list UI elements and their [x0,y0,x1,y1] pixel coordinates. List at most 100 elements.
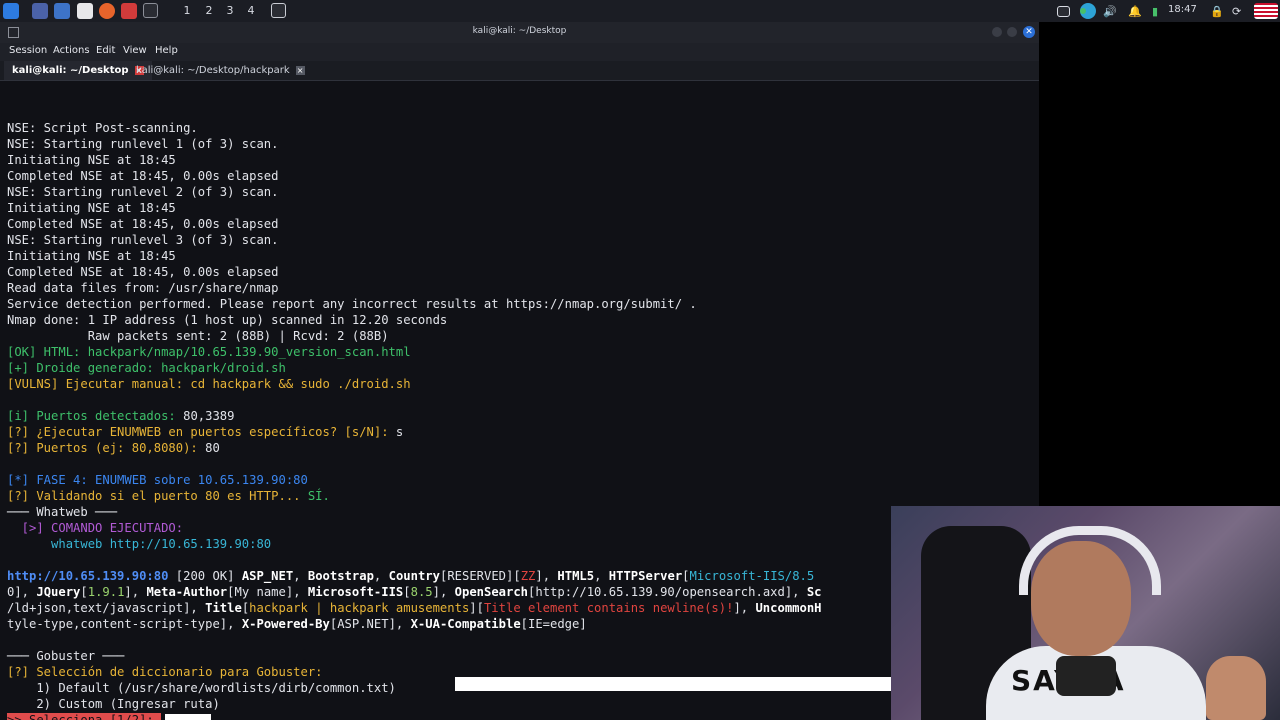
terminal-text: [IE=edge] [520,617,587,631]
terminal-text: 80 [205,441,220,455]
terminal-line: [+] Droide generado: hackpark/droid.sh [7,360,822,376]
terminal-line: [?] Puertos (ej: 80,8080): 80 [7,440,822,456]
taskbar: 1 2 3 4 🔊 🔔 ▮ 18:47 🔒 ⟳ [0,0,1280,23]
menu-actions[interactable]: Actions [53,45,90,56]
terminal-text: NSE: Starting runlevel 2 (of 3) scan. [7,185,279,199]
refresh-icon[interactable]: ⟳ [1232,3,1241,19]
terminal-text: OpenSearch [454,585,529,599]
terminal-icon[interactable] [143,3,158,18]
terminal-line: /ld+json,text/javascript], Title[hackpar… [7,600,822,616]
text-editor-icon[interactable] [77,3,93,19]
terminal-text: Nmap done: 1 IP address (1 host up) scan… [7,313,448,327]
workspace-3[interactable]: 3 [222,3,238,19]
desktop-icon[interactable] [32,3,48,19]
terminal-text: [ [80,585,88,599]
terminal-text: ], [432,585,455,599]
terminal-text: [RESERVED][ [439,569,521,583]
notifications-icon[interactable]: 🔔 [1128,3,1142,19]
terminal-text: Service detection performed. Please repo… [7,297,697,311]
terminal-text: 0], [7,585,37,599]
terminal-text: ][ [469,601,484,615]
terminal-text: [ASP.NET], [329,617,411,631]
terminal-line: 2) Custom (Ingresar ruta) [7,696,822,712]
workspace-2[interactable]: 2 [201,3,217,19]
terminal-text: 1.9.1 [87,585,125,599]
volume-icon[interactable]: 🔊 [1103,3,1117,19]
terminal-lines: NSE: Script Post-scanning. NSE: Starting … [7,120,822,720]
green-status-icon[interactable] [1080,8,1086,14]
menu-help[interactable]: Help [155,45,178,56]
close-button[interactable]: ✕ [1023,26,1035,38]
maximize-button[interactable] [1007,27,1017,37]
selection-highlight [455,677,891,691]
terminal-line: Raw packets sent: 2 (88B) | Rcvd: 2 (88B… [7,328,822,344]
terminal-text: Completed NSE at 18:45, 0.00s elapsed [7,265,279,279]
terminal-text: X-Powered-By [241,617,330,631]
terminal-text: UncommonH [755,601,822,615]
tab-label: kali@kali: ~/Desktop [12,65,129,76]
folder-icon[interactable] [54,3,70,19]
terminal-text: [*] FASE 4: ENUMWEB sobre 10.65.139.90:8… [7,473,308,487]
terminal-text: Title [205,601,242,615]
tab-hackpark[interactable]: kali@kali: ~/Desktop/hackpark × [128,61,313,80]
terminal-line: [OK] HTML: hackpark/nmap/10.65.139.90_ve… [7,344,822,360]
terminal-line: [*] FASE 4: ENUMWEB sobre 10.65.139.90:8… [7,472,822,488]
terminal-active-icon[interactable] [271,3,286,18]
lock-icon[interactable]: 🔒 [1210,3,1224,19]
menu-edit[interactable]: Edit [96,45,115,56]
terminal-text: [+] Droide generado: hackpark/droid.sh [7,361,286,375]
terminal-text: [My name], [227,585,308,599]
terminal-text: Initiating NSE at 18:45 [7,153,176,167]
terminal-line: NSE: Starting runlevel 3 (of 3) scan. [7,232,822,248]
terminal-line: whatweb http://10.65.139.90:80 [7,536,822,552]
minimize-button[interactable] [992,27,1002,37]
terminal-line: NSE: Starting runlevel 1 (of 3) scan. [7,136,822,152]
terminal-text: tyle-type,content-script-type], [7,617,242,631]
terminal-text: Completed NSE at 18:45, 0.00s elapsed [7,217,279,231]
terminal-text: >> Selecciona [1/2]: [7,713,162,720]
terminal-text: 1) Default (/usr/share/wordlists/dirb/co… [7,681,396,695]
window-titlebar[interactable]: kali@kali: ~/Desktop ✕ [0,22,1039,43]
terminal-text: ], [535,569,558,583]
terminal-line: Initiating NSE at 18:45 [7,152,822,168]
terminal-line: Nmap done: 1 IP address (1 host up) scan… [7,312,822,328]
terminal-text: http://10.65.139.90:80 [7,569,169,583]
kali-menu-icon[interactable] [3,3,19,19]
terminal-line: Read data files from: /usr/share/nmap [7,280,822,296]
workspace-1[interactable]: 1 [179,3,195,19]
terminal-line: [i] Puertos detectados: 80,3389 [7,408,822,424]
screen-icon[interactable] [1057,6,1070,17]
battery-icon[interactable]: ▮ [1152,3,1158,19]
terminal-text: , [594,569,609,583]
terminal-text: 8.5 [410,585,433,599]
burp-icon[interactable] [121,3,137,19]
webcam-overlay: SAYNA [891,506,1280,720]
terminal-text: NSE: Starting runlevel 1 (of 3) scan. [7,137,279,151]
workspace-4[interactable]: 4 [243,3,259,19]
us-flag-icon[interactable] [1254,3,1278,19]
menu-view[interactable]: View [123,45,147,56]
terminal-output[interactable]: NSE: Script Post-scanning. NSE: Starting … [0,81,1039,720]
terminal-text: Bootstrap [307,569,374,583]
terminal-text: Raw packets sent: 2 (88B) | Rcvd: 2 (88B… [7,329,389,343]
terminal-text: Title element contains newline(s)! [483,601,734,615]
terminal-window: kali@kali: ~/Desktop ✕ Session Actions E… [0,22,1039,720]
terminal-text: X-UA-Compatible [410,617,521,631]
firefox-icon[interactable] [99,3,115,19]
terminal-text: , [373,569,389,583]
tab-close-icon[interactable]: × [295,65,305,75]
tab-label: kali@kali: ~/Desktop/hackpark [136,65,290,76]
terminal-line: Completed NSE at 18:45, 0.00s elapsed [7,216,822,232]
window-title: kali@kali: ~/Desktop [472,26,567,36]
terminal-text: [i] Puertos detectados: [7,409,184,423]
menu-session[interactable]: Session [9,45,47,56]
terminal-text: Sc [806,585,822,599]
terminal-text: ], [733,601,756,615]
terminal-text: [http://10.65.139.90/opensearch.axd], [528,585,807,599]
input-cursor[interactable] [165,713,212,720]
terminal-text: [?] Validando si el puerto 80 es HTTP... [7,489,308,503]
clock[interactable]: 18:47 [1168,4,1197,15]
terminal-text: 80,3389 [183,409,235,423]
